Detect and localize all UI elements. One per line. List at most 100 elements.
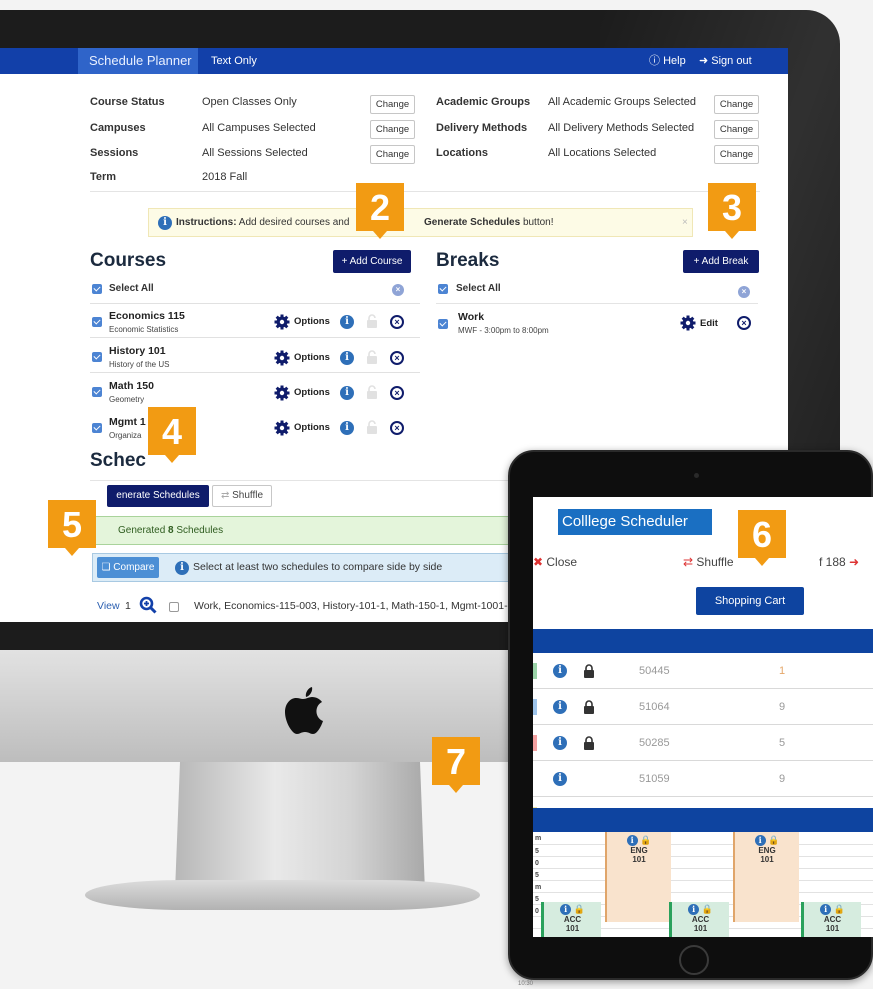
lock-icon[interactable]: 🔒 xyxy=(574,904,585,914)
tablet-close-button[interactable]: ✖ Close xyxy=(533,555,577,569)
apple-logo-icon xyxy=(285,687,323,734)
brand-schedule-planner[interactable]: Schedule Planner xyxy=(78,48,198,74)
add-break-button[interactable]: + Add Break xyxy=(683,250,759,273)
generated-prefix: Generated xyxy=(118,525,169,536)
unlock-icon[interactable] xyxy=(366,350,378,364)
event-subject: ENG xyxy=(758,846,776,855)
filter-label: Sessions xyxy=(90,147,139,159)
calendar-event-acc[interactable]: i 🔒 ACC 101 xyxy=(541,902,601,937)
tablet-screen: Colllege Scheduler ✖ Close ⇄ Shuffle f 1… xyxy=(533,497,873,937)
course-options-button[interactable]: Options xyxy=(294,352,330,363)
course-options-button[interactable]: Options xyxy=(294,387,330,398)
remove-course-icon[interactable]: × xyxy=(390,315,404,329)
seat-count: 9 xyxy=(779,701,786,713)
lock-icon[interactable]: 🔒 xyxy=(768,835,779,845)
info-icon[interactable]: i xyxy=(560,904,572,915)
grid-line xyxy=(533,880,873,881)
instructions-close-icon[interactable]: × xyxy=(682,209,688,236)
tablet-home-button[interactable] xyxy=(679,945,709,975)
seat-count: 9 xyxy=(779,773,786,785)
color-strip xyxy=(533,663,537,679)
filter-value: All Sessions Selected xyxy=(202,147,308,159)
lock-icon[interactable]: 🔒 xyxy=(702,904,713,914)
lock-icon[interactable] xyxy=(583,664,595,678)
add-course-button[interactable]: + Add Course xyxy=(333,250,411,273)
select-all-courses-checkbox[interactable] xyxy=(92,284,102,294)
course-info-icon[interactable]: i xyxy=(340,386,354,400)
calendar-event-eng[interactable]: i 🔒 ENG 101 xyxy=(733,832,799,922)
lock-icon[interactable] xyxy=(583,736,595,750)
calendar-event-acc[interactable]: i 🔒 ACC 101 xyxy=(801,902,861,937)
change-delivery-methods-button[interactable]: Change xyxy=(714,120,759,139)
table-row[interactable]: i 50445 1 xyxy=(533,653,873,689)
unlock-icon[interactable] xyxy=(366,385,378,399)
lock-icon[interactable]: 🔒 xyxy=(640,835,651,845)
calendar-event-eng[interactable]: i 🔒 ENG 101 xyxy=(605,832,671,922)
table-row[interactable]: i 51059 9 xyxy=(533,761,873,797)
shuffle-button[interactable]: ⇄ Shuffle xyxy=(212,485,272,507)
change-locations-button[interactable]: Change xyxy=(714,145,759,164)
remove-all-breaks-icon[interactable]: × xyxy=(738,286,750,298)
gear-icon xyxy=(274,385,290,401)
info-icon[interactable]: i xyxy=(553,700,567,714)
calendar-event-acc[interactable]: i 🔒 ACC 101 xyxy=(669,902,729,937)
tablet-shuffle-button[interactable]: ⇄ Shuffle xyxy=(683,555,734,569)
course-checkbox[interactable] xyxy=(92,387,102,397)
course-info-icon[interactable]: i xyxy=(340,315,354,329)
info-icon[interactable]: i xyxy=(820,904,832,915)
edit-break-button[interactable]: Edit xyxy=(700,318,718,329)
text-only-link[interactable]: Text Only xyxy=(211,48,257,74)
generate-schedules-button[interactable]: enerate Schedules xyxy=(107,485,209,507)
lock-icon[interactable] xyxy=(583,700,595,714)
color-strip xyxy=(533,735,537,751)
lock-icon[interactable]: 🔒 xyxy=(834,904,845,914)
course-name: Economics 115 xyxy=(109,310,185,322)
change-sessions-button[interactable]: Change xyxy=(370,145,415,164)
class-number: 50445 xyxy=(639,665,670,677)
remove-all-courses-icon[interactable]: × xyxy=(392,284,404,296)
change-academic-groups-button[interactable]: Change xyxy=(714,95,759,114)
course-checkbox[interactable] xyxy=(92,352,102,362)
course-checkbox[interactable] xyxy=(92,317,102,327)
change-campuses-button[interactable]: Change xyxy=(370,120,415,139)
zoom-in-icon[interactable] xyxy=(139,596,157,614)
break-checkbox[interactable] xyxy=(438,319,448,329)
class-number: 50285 xyxy=(639,737,670,749)
help-icon: ⓘ xyxy=(649,55,664,67)
info-icon[interactable]: i xyxy=(626,835,638,846)
course-info-icon[interactable]: i xyxy=(340,351,354,365)
event-subject: ACC xyxy=(563,915,582,924)
generated-suffix: Schedules xyxy=(173,525,224,536)
shopping-cart-button[interactable]: Shopping Cart xyxy=(696,587,804,615)
instructions-generate: Generate Schedules xyxy=(424,217,521,228)
view-link[interactable]: View xyxy=(97,600,120,612)
table-row[interactable]: i 50285 5 xyxy=(533,725,873,761)
remove-course-icon[interactable]: × xyxy=(390,351,404,365)
info-icon[interactable]: i xyxy=(553,736,567,750)
info-icon[interactable]: i xyxy=(553,772,567,786)
class-number: 51064 xyxy=(639,701,670,713)
remove-break-icon[interactable]: × xyxy=(737,316,751,330)
course-options-button[interactable]: Options xyxy=(294,422,330,433)
help-link[interactable]: ⓘ Help xyxy=(649,48,686,74)
course-checkbox[interactable] xyxy=(92,423,102,433)
hour-label: m xyxy=(535,884,542,891)
unlock-icon[interactable] xyxy=(366,420,378,434)
sign-out-link[interactable]: ➜ Sign out xyxy=(699,48,752,74)
info-icon[interactable]: i xyxy=(754,835,766,846)
info-icon[interactable]: i xyxy=(553,664,567,678)
color-strip xyxy=(533,699,537,715)
course-options-button[interactable]: Options xyxy=(294,316,330,327)
unlock-icon[interactable] xyxy=(366,314,378,328)
course-info-icon[interactable]: i xyxy=(340,421,354,435)
table-row[interactable]: i 51064 9 xyxy=(533,689,873,725)
event-number: 101 xyxy=(760,855,774,864)
change-course-status-button[interactable]: Change xyxy=(370,95,415,114)
info-icon[interactable]: i xyxy=(688,904,700,915)
remove-course-icon[interactable]: × xyxy=(390,386,404,400)
select-all-breaks-checkbox[interactable] xyxy=(438,284,448,294)
schedule-select-checkbox[interactable] xyxy=(169,602,179,612)
remove-course-icon[interactable]: × xyxy=(390,421,404,435)
next-arrow-icon[interactable]: ➜ xyxy=(849,555,859,569)
compare-button[interactable]: ❏ Compare xyxy=(97,557,159,578)
